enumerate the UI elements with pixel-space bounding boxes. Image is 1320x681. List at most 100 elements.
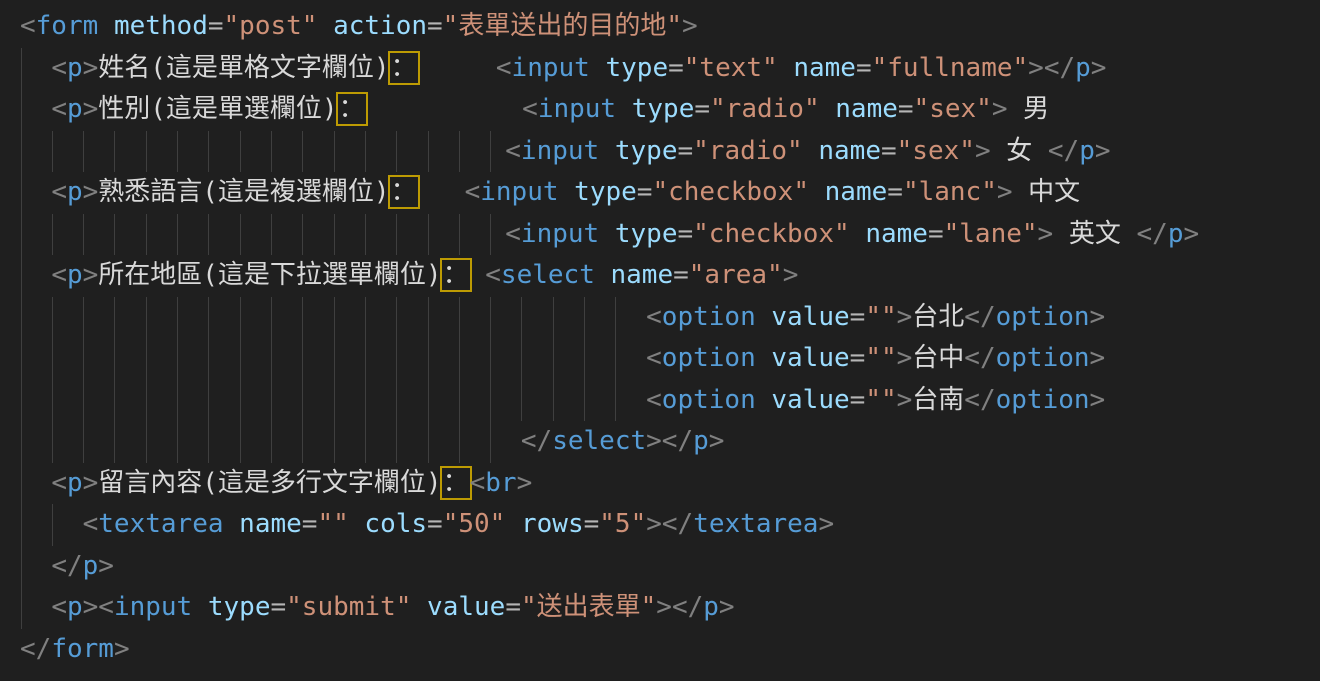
code-line[interactable]: <option value="">台南</option> <box>20 380 1320 422</box>
code-line[interactable]: <p>性別(這是單選欄位)： <input type="radio" name=… <box>20 89 1320 131</box>
indent-guide <box>83 380 84 422</box>
syntax-string: "text" <box>684 53 778 83</box>
indent-guide <box>553 380 554 422</box>
syntax-punctuation: < <box>496 53 512 83</box>
syntax-punctuation: > <box>997 177 1013 207</box>
syntax-attribute: type <box>605 53 668 83</box>
syntax-tag: p <box>1168 219 1184 249</box>
syntax-string: "50" <box>443 509 506 539</box>
syntax-attribute: name <box>825 177 888 207</box>
syntax-equals: = <box>584 509 600 539</box>
syntax-tag: option <box>662 302 756 332</box>
syntax-text <box>317 11 333 41</box>
syntax-punctuation: >< <box>83 592 114 622</box>
code-editor-content[interactable]: <form method="post" action="表單送出的目的地"> <… <box>0 0 1320 681</box>
indent-guide <box>83 421 84 463</box>
syntax-tag: p <box>67 592 83 622</box>
indent-guide <box>428 338 429 380</box>
syntax-text <box>20 177 51 207</box>
code-line[interactable]: </select></p> <box>20 421 1320 463</box>
syntax-punctuation: < <box>51 53 67 83</box>
indent-guide <box>146 214 147 256</box>
indent-guide <box>52 338 53 380</box>
syntax-attribute: value <box>427 592 505 622</box>
indent-guide <box>208 214 209 256</box>
syntax-punctuation: > <box>1095 136 1111 166</box>
indent-guide <box>615 297 616 339</box>
indent-guide <box>114 131 115 173</box>
indent-guide <box>428 297 429 339</box>
syntax-text <box>756 385 772 415</box>
syntax-punctuation: > <box>83 468 99 498</box>
syntax-equals: = <box>856 53 872 83</box>
syntax-tag: option <box>996 385 1090 415</box>
indent-guide <box>365 380 366 422</box>
indent-guide <box>490 297 491 339</box>
syntax-string: "checkbox" <box>693 219 850 249</box>
syntax-equals: = <box>505 592 521 622</box>
indent-guide <box>21 338 22 380</box>
syntax-attribute: value <box>771 385 849 415</box>
indent-guide <box>615 338 616 380</box>
syntax-text <box>505 509 521 539</box>
indent-guide <box>302 421 303 463</box>
indent-guide <box>114 338 115 380</box>
syntax-tag: p <box>67 53 83 83</box>
code-line[interactable]: <option value="">台中</option> <box>20 338 1320 380</box>
indent-guide <box>396 131 397 173</box>
indent-guide <box>428 421 429 463</box>
code-line[interactable]: <input type="checkbox" name="lane"> 英文 <… <box>20 214 1320 256</box>
code-line[interactable]: <p>姓名(這是單格文字欄位)： <input type="text" name… <box>20 48 1320 90</box>
syntax-equals: = <box>898 94 914 124</box>
indent-guide <box>21 297 22 339</box>
indent-guide <box>302 380 303 422</box>
indent-guide <box>521 380 522 422</box>
indent-guide <box>21 172 22 214</box>
indent-guide <box>490 380 491 422</box>
indent-guide <box>177 131 178 173</box>
syntax-punctuation: > <box>1038 219 1054 249</box>
indent-guide <box>21 380 22 422</box>
syntax-tag: p <box>67 260 83 290</box>
syntax-punctuation: < <box>83 509 99 539</box>
code-line[interactable]: <form method="post" action="表單送出的目的地"> <box>20 6 1320 48</box>
syntax-tag: p <box>703 592 719 622</box>
syntax-text: 女 <box>991 136 1048 166</box>
syntax-punctuation: > <box>83 53 99 83</box>
code-line[interactable]: <input type="radio" name="sex"> 女 </p> <box>20 131 1320 173</box>
syntax-attribute: type <box>208 592 271 622</box>
syntax-attribute: cols <box>364 509 427 539</box>
syntax-equals: = <box>673 260 689 290</box>
indent-guide <box>521 338 522 380</box>
syntax-punctuation: > <box>1183 219 1199 249</box>
indent-guide <box>490 421 491 463</box>
syntax-punctuation: </ <box>964 385 995 415</box>
syntax-punctuation: < <box>51 260 67 290</box>
syntax-tag: option <box>662 343 756 373</box>
indent-guide <box>459 131 460 173</box>
code-line[interactable]: <p>留言內容(這是多行文字欄位)：<br> <box>20 463 1320 505</box>
code-line[interactable]: <textarea name="" cols="50" rows="5"></t… <box>20 504 1320 546</box>
syntax-string: "表單送出的目的地" <box>443 11 682 41</box>
syntax-string: "" <box>317 509 348 539</box>
syntax-text <box>616 94 632 124</box>
code-line[interactable]: <option value="">台北</option> <box>20 297 1320 339</box>
syntax-tag: input <box>512 53 590 83</box>
syntax-equals: = <box>881 136 897 166</box>
syntax-punctuation: > <box>98 551 114 581</box>
indent-guide <box>21 504 22 546</box>
indent-guide <box>21 89 22 131</box>
indent-guide <box>428 131 429 173</box>
indent-guide <box>240 297 241 339</box>
code-line[interactable]: <p><input type="submit" value="送出表單"></p… <box>20 587 1320 629</box>
code-line[interactable]: </form> <box>20 629 1320 671</box>
syntax-text <box>411 592 427 622</box>
indent-guide <box>21 48 22 90</box>
code-line[interactable]: <p>熟悉語言(這是複選欄位)： <input type="checkbox" … <box>20 172 1320 214</box>
code-line[interactable]: </p> <box>20 546 1320 588</box>
code-line[interactable]: <p>所在地區(這是下拉選單欄位)： <select name="area"> <box>20 255 1320 297</box>
syntax-punctuation: > <box>992 94 1008 124</box>
syntax-equals: = <box>427 11 443 41</box>
syntax-text <box>20 468 51 498</box>
syntax-punctuation: > <box>1090 343 1106 373</box>
